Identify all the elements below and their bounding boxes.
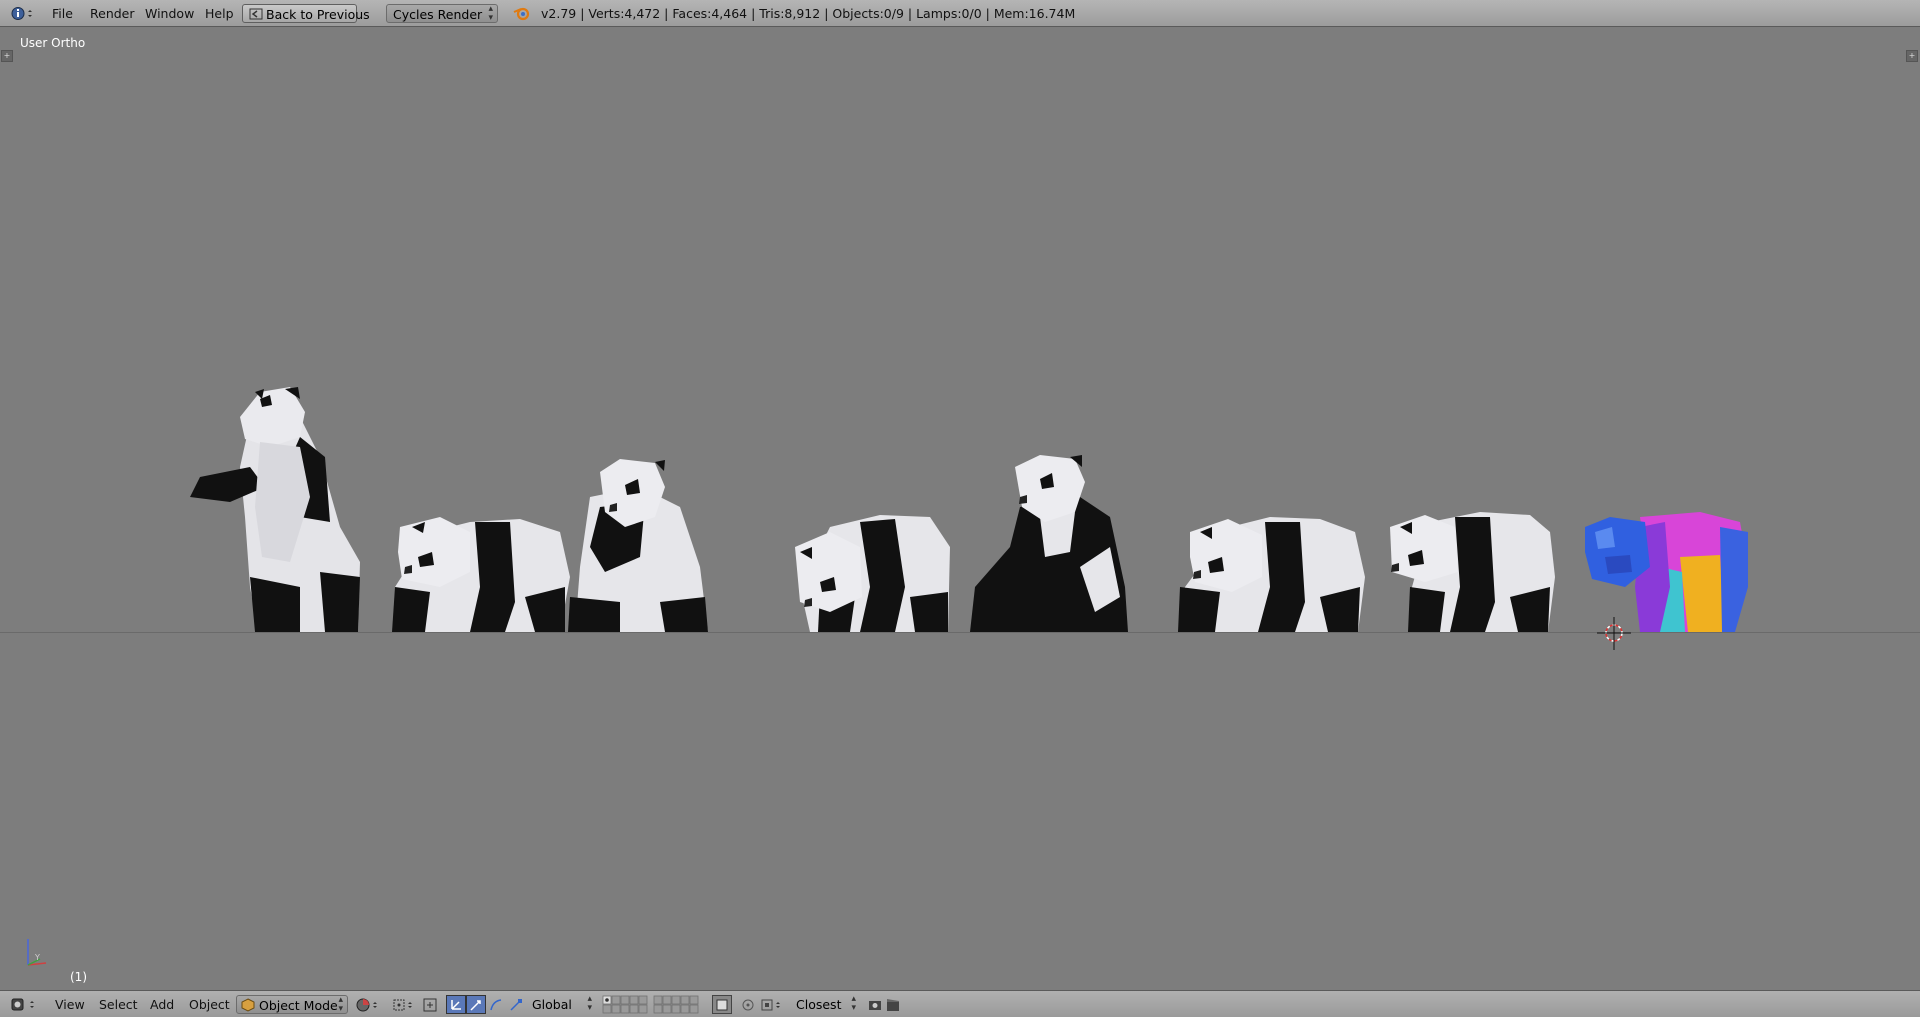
render-engine-dropdown[interactable]: Cycles Render ▴ ▾: [386, 4, 498, 23]
current-frame-label: (1): [70, 970, 87, 984]
menu-add[interactable]: Add: [148, 995, 176, 1014]
info-header: File Render Window Help Back to Previous…: [0, 0, 1920, 27]
panda-model-2: [392, 517, 570, 632]
transform-orientation-dropdown[interactable]: Global ▴ ▾: [526, 995, 596, 1014]
panda-model-4: [795, 515, 950, 632]
layers-icon: [602, 995, 699, 1014]
layer-grid[interactable]: [602, 995, 706, 1014]
scene-statistics: v2.79 | Verts:4,472 | Faces:4,464 | Tris…: [541, 6, 1076, 21]
axis-gizmo-icon: Y: [27, 939, 47, 966]
updown-arrows-icon: ▴ ▾: [488, 4, 493, 23]
pivot-point-button[interactable]: [390, 995, 420, 1014]
interaction-mode-dropdown[interactable]: Object Mode ▴ ▾: [236, 995, 348, 1014]
panda-model-uv-textured: [1585, 512, 1748, 632]
snap-increment-icon: [761, 999, 780, 1010]
back-to-previous-button[interactable]: Back to Previous: [242, 4, 370, 23]
menu-file[interactable]: File: [50, 4, 75, 23]
menu-view[interactable]: View: [53, 995, 87, 1014]
manipulator-icon: [423, 998, 437, 1011]
updown-arrows-icon: ▴ ▾: [587, 994, 592, 1013]
menu-help[interactable]: Help: [203, 4, 236, 23]
lock-camera-button[interactable]: [712, 995, 732, 1014]
viewport-shading-button[interactable]: [352, 995, 384, 1014]
solid-shading-icon: [356, 998, 377, 1011]
panda-model-7: [1390, 512, 1555, 632]
panda-model-5: [970, 455, 1128, 632]
svg-text:Y: Y: [34, 953, 40, 962]
scene-models: Y: [27, 387, 1748, 966]
snap-target-label: Closest: [796, 997, 842, 1012]
transform-extra-button[interactable]: [506, 995, 526, 1014]
scale-icon: [490, 998, 502, 1010]
editor-type-button[interactable]: [8, 4, 36, 23]
proportional-edit-button[interactable]: [738, 995, 758, 1014]
camera-render-icon: [869, 1000, 881, 1010]
3d-view-header: View Select Add Object Object Mode ▴ ▾ G…: [0, 990, 1920, 1017]
snap-target-dropdown[interactable]: Closest ▴ ▾: [790, 995, 860, 1014]
interaction-mode-label: Object Mode: [259, 998, 338, 1013]
opengl-render-animation-button[interactable]: [884, 995, 902, 1014]
snap-element-button[interactable]: [760, 995, 788, 1014]
info-icon: [11, 7, 32, 20]
back-icon: [249, 8, 263, 20]
3d-view-icon: [11, 998, 34, 1011]
panda-model-6: [1178, 517, 1365, 632]
menu-window[interactable]: Window: [143, 4, 196, 23]
translate-manipulator-button[interactable]: [446, 995, 466, 1014]
proportional-edit-icon: [742, 999, 754, 1010]
3d-viewport[interactable]: + + User Ortho Y (1): [0, 27, 1920, 990]
menu-render[interactable]: Render: [88, 4, 137, 23]
scale-manipulator-button[interactable]: [486, 995, 506, 1014]
back-to-previous-label: Back to Previous: [266, 7, 370, 22]
layer-lock-icon: [716, 999, 728, 1010]
menu-object[interactable]: Object: [187, 995, 232, 1014]
editor-type-3d-button[interactable]: [8, 995, 38, 1014]
3d-cursor-icon: [1597, 617, 1631, 650]
render-engine-label: Cycles Render: [393, 7, 483, 22]
opengl-render-image-button[interactable]: [866, 995, 884, 1014]
panda-model-1: [190, 387, 360, 632]
transform-orientation-label: Global: [532, 997, 572, 1012]
object-mode-icon: [241, 998, 255, 1012]
updown-arrows-icon: ▴ ▾: [338, 995, 343, 1014]
panda-model-3: [568, 459, 708, 632]
menu-select[interactable]: Select: [97, 995, 140, 1014]
blender-logo-icon: [512, 4, 532, 23]
manipulator-toggle-button[interactable]: [420, 995, 440, 1014]
rotate-icon: [470, 999, 481, 1011]
rotate-manipulator-button[interactable]: [466, 995, 486, 1014]
scale-arrow-icon: [510, 998, 522, 1011]
translate-icon: [451, 999, 461, 1010]
updown-arrows-icon: ▴ ▾: [851, 994, 856, 1013]
pivot-icon: [393, 999, 412, 1010]
clapperboard-icon: [887, 998, 899, 1011]
